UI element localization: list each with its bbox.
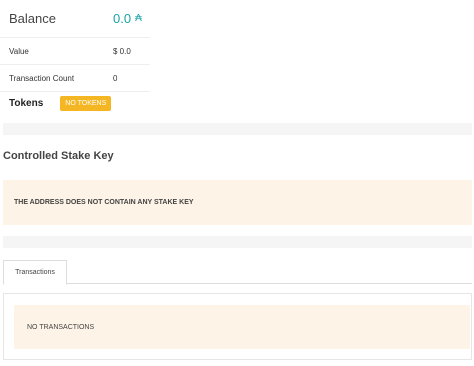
section-divider (3, 236, 472, 248)
transactions-panel: NO TRANSACTIONS (3, 293, 472, 360)
balance-label: Balance (9, 11, 56, 26)
section-divider (3, 123, 472, 135)
balance-amount: 0.0 (113, 11, 132, 26)
tab-bar: Transactions (3, 260, 472, 285)
no-transactions-notice: NO TRANSACTIONS (14, 305, 470, 349)
transaction-count-value: 0 (113, 73, 118, 83)
value-amount: $ 0.0 (113, 46, 131, 56)
stake-key-title: Controlled Stake Key (3, 150, 114, 162)
tab-transactions[interactable]: Transactions (3, 260, 67, 285)
stake-key-notice: THE ADDRESS DOES NOT CONTAIN ANY STAKE K… (3, 180, 472, 225)
value-row: Value $ 0.0 (0, 38, 150, 65)
ada-icon: ₳ (135, 12, 142, 24)
transaction-count-label: Transaction Count (9, 73, 75, 83)
transaction-count-row: Transaction Count 0 (0, 65, 150, 92)
tokens-title: Tokens (9, 98, 44, 109)
balance-row: Balance 0.0 ₳ (0, 0, 150, 38)
address-summary: Balance 0.0 ₳ Value $ 0.0 Transaction Co… (0, 0, 150, 92)
value-label: Value (9, 46, 29, 56)
no-tokens-badge: NO TOKENS (60, 96, 112, 111)
tokens-section: Tokens NO TOKENS (9, 96, 112, 111)
balance-value: 0.0 ₳ (113, 11, 142, 26)
